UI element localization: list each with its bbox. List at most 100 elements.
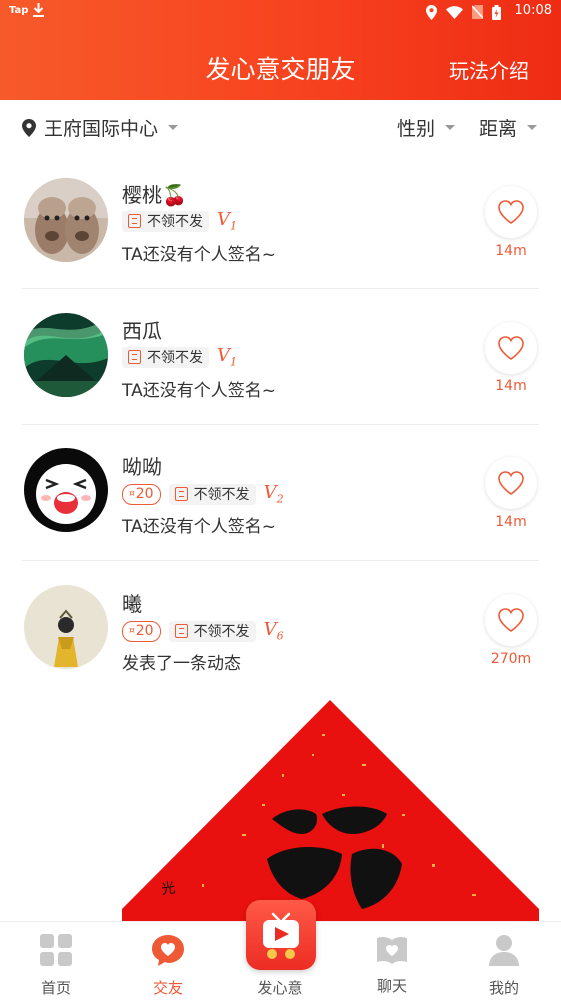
- tab-chat[interactable]: 聊天: [336, 922, 448, 1000]
- level-letter: V: [263, 619, 277, 641]
- download-icon: [33, 3, 44, 17]
- status-badge: 不领不发: [168, 620, 256, 642]
- like-button[interactable]: [485, 457, 537, 509]
- like-button[interactable]: [485, 186, 537, 238]
- coin-icon: ¤: [129, 489, 135, 499]
- status-app-label: Tap: [9, 5, 29, 16]
- tab-home[interactable]: 首页: [0, 922, 112, 1000]
- page-title-text: 发心意交朋友: [205, 55, 356, 84]
- distance-filter-label: 距离: [479, 118, 518, 140]
- location-label: 王府国际中心: [44, 118, 159, 140]
- battery-icon: [492, 4, 501, 20]
- location-status-icon: [426, 4, 437, 20]
- status-badge: 不领不发: [122, 210, 209, 232]
- alpaca-avatar-image: [24, 178, 108, 262]
- post-image[interactable]: 光: [22, 694, 539, 926]
- user-name: 曦: [122, 592, 142, 616]
- user-list-item[interactable]: 曦 ¤ 20 不领不发 V6 发表了一条动态 270m: [22, 561, 539, 697]
- avatar[interactable]: [24, 448, 108, 532]
- heart-icon: [498, 200, 524, 224]
- gender-filter-label: 性别: [397, 118, 436, 140]
- tab-friends[interactable]: 交友: [112, 922, 224, 1000]
- heart-icon: [498, 471, 524, 495]
- user-tags: 不领不发 V1: [122, 345, 237, 369]
- user-tags: 不领不发 V1: [122, 209, 237, 233]
- distance-filter[interactable]: 距离: [479, 114, 538, 141]
- envelope-icon: [128, 214, 141, 228]
- tab-home-label: 首页: [40, 979, 71, 997]
- envelope-icon: [174, 624, 188, 638]
- status-badge-label: 不领不发: [147, 214, 203, 230]
- distance-label: 14m: [495, 378, 527, 394]
- filter-bar: 王府国际中心 性别 距离: [0, 100, 561, 152]
- level-badge: V1: [217, 209, 237, 233]
- level-number: 1: [230, 355, 237, 369]
- tab-mine-label: 我的: [488, 979, 519, 997]
- status-badge: 不领不发: [122, 346, 209, 368]
- location-pin-icon: [22, 118, 36, 137]
- gender-filter[interactable]: 性别: [397, 114, 456, 141]
- distance-label: 14m: [495, 514, 527, 530]
- status-badge-label: 不领不发: [193, 624, 250, 640]
- level-number: 2: [276, 492, 284, 506]
- level-letter: V: [217, 209, 230, 231]
- user-list-item[interactable]: 樱桃🍒 不领不发 V1 TA还没有个人签名~ 14m: [22, 152, 539, 289]
- distance-label: 14m: [495, 243, 527, 259]
- user-tags: ¤ 20 不领不发 V6: [122, 619, 284, 643]
- user-list-item[interactable]: 西瓜 不领不发 V1 TA还没有个人签名~ 14m: [22, 288, 539, 425]
- tab-mine[interactable]: 我的: [448, 922, 560, 1000]
- user-name: 西瓜: [122, 319, 162, 343]
- bottom-tab-bar: 首页 交友 发心意 聊天 我的: [0, 900, 561, 1000]
- user-list-item[interactable]: 呦呦 ¤ 20 不领不发 V2 TA还没有个人签名~ 14m: [22, 424, 539, 561]
- fu-character-image: 光: [122, 700, 539, 926]
- coin-badge-value: 20: [135, 623, 154, 639]
- send-heart-button[interactable]: [246, 900, 316, 970]
- rules-link[interactable]: 玩法介绍: [449, 55, 529, 84]
- aurora-avatar-image: [24, 313, 108, 397]
- chevron-down-icon: [527, 125, 538, 130]
- grid-home-icon: [40, 934, 72, 966]
- status-badge-label: 不领不发: [193, 487, 250, 503]
- user-name: 樱桃🍒: [122, 183, 187, 207]
- status-badge: 不领不发: [168, 483, 256, 505]
- user-signature: 发表了一条动态: [122, 654, 241, 674]
- user-signature: TA还没有个人签名~: [122, 517, 276, 537]
- wifi-icon: [446, 5, 463, 19]
- level-letter: V: [217, 345, 230, 367]
- level-letter: V: [263, 482, 277, 504]
- user-name: 呦呦: [122, 455, 162, 479]
- no-sim-icon: [472, 5, 483, 19]
- level-number: 1: [230, 219, 237, 233]
- book-heart-icon: [377, 936, 407, 964]
- level-badge: V2: [264, 482, 284, 506]
- chevron-down-icon: [445, 125, 456, 130]
- user-profile-icon: [489, 935, 519, 966]
- coin-badge: ¤ 20: [122, 483, 161, 505]
- status-bar: Tap 10:08: [0, 0, 561, 26]
- status-badge-label: 不领不发: [147, 350, 203, 366]
- status-icons: [426, 4, 501, 20]
- tab-send-heart[interactable]: 发心意: [224, 900, 336, 1000]
- chevron-down-icon: [168, 125, 179, 130]
- coin-badge: ¤ 20: [122, 620, 161, 642]
- heart-icon: [498, 608, 524, 632]
- girl-figure-avatar-image: [24, 585, 108, 669]
- envelope-icon: [174, 487, 188, 501]
- user-signature: TA还没有个人签名~: [122, 245, 276, 265]
- distance-label: 270m: [490, 651, 532, 667]
- app-header: Tap 10:08 发心意交朋友 玩法介绍: [0, 0, 561, 100]
- heart-icon: [498, 336, 524, 360]
- calligraphy-mark: 光: [160, 880, 176, 898]
- location-selector[interactable]: 王府国际中心: [22, 114, 179, 141]
- status-time: 10:08: [514, 3, 552, 18]
- avatar[interactable]: [24, 178, 108, 262]
- tv-gift-icon: [263, 912, 299, 959]
- like-button[interactable]: [485, 322, 537, 374]
- avatar[interactable]: [24, 585, 108, 669]
- coin-badge-value: 20: [135, 486, 154, 502]
- like-button[interactable]: [485, 594, 537, 646]
- level-badge: V6: [264, 619, 284, 643]
- chat-heart-icon: [152, 935, 184, 966]
- user-signature: TA还没有个人签名~: [122, 381, 276, 401]
- avatar[interactable]: [24, 313, 108, 397]
